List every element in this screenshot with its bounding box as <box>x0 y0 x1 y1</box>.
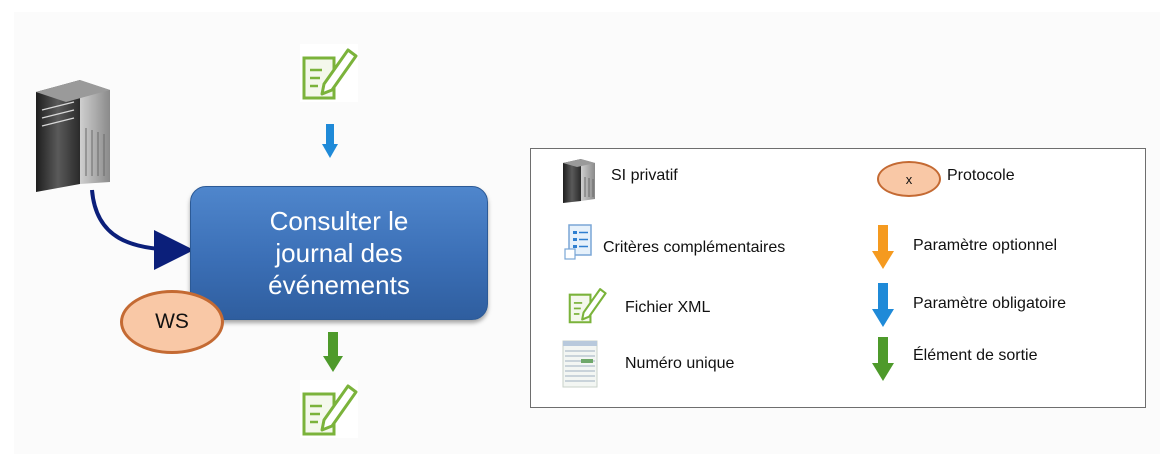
protocol-badge: WS <box>120 290 224 354</box>
green-arrow-down-icon <box>872 337 894 381</box>
process-label-line-3: événements <box>268 270 410 300</box>
document-list-icon <box>564 224 592 260</box>
legend-label-parametre-optionnel: Paramètre optionnel <box>913 237 1058 254</box>
legend-label-parametre-obligatoire: Paramètre obligatoire <box>913 295 1066 312</box>
legend-label-fichier-xml: Fichier XML <box>625 299 711 316</box>
server-icon <box>563 159 595 203</box>
xml-file-icon <box>568 288 607 324</box>
blue-arrow-down-icon <box>322 124 338 158</box>
legend-label-protocole: Protocole <box>947 167 1015 184</box>
legend-label-criteres: Critères complémentaires <box>603 239 786 256</box>
process-label-line-1: Consulter le <box>269 206 409 236</box>
process-label-line-2: journal des <box>275 238 403 268</box>
protocol-oval-symbol: x <box>905 171 913 187</box>
process-box: Consulter le journal des événements <box>190 186 488 320</box>
protocol-oval-icon: x <box>877 161 941 197</box>
xml-file-icon-input <box>300 44 358 102</box>
table-sheet-icon <box>562 340 598 388</box>
green-arrow-down-icon <box>323 332 343 372</box>
protocol-badge-label: WS <box>155 310 189 333</box>
legend-label-numero-unique: Numéro unique <box>625 355 735 372</box>
legend-label-si-privatif: SI privatif <box>611 167 678 184</box>
server-icon <box>36 80 110 192</box>
process-label: Consulter le journal des événements <box>239 205 439 301</box>
legend-box: SI privatif x Protocole Critères complém… <box>530 148 1146 408</box>
blue-arrow-down-icon <box>872 283 894 327</box>
server-connector-arrow <box>90 189 194 270</box>
legend-label-element-sortie: Élément de sortie <box>913 347 1038 364</box>
xml-file-icon-output <box>300 380 358 438</box>
orange-arrow-down-icon <box>872 225 894 269</box>
